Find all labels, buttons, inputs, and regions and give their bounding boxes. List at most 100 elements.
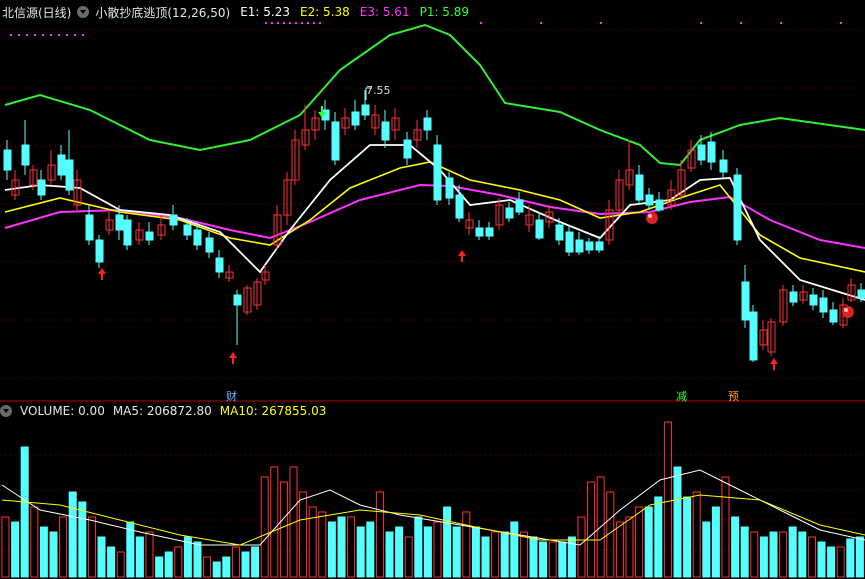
signal-ball-icon xyxy=(842,306,854,318)
volume-bar xyxy=(539,541,548,578)
candle-body xyxy=(205,237,214,253)
volume-bar xyxy=(510,521,519,578)
volume-bar xyxy=(462,511,471,578)
volume-bar xyxy=(529,536,538,578)
top-dot-marker xyxy=(271,22,273,24)
candle-body xyxy=(361,104,370,116)
volume-bar xyxy=(145,531,154,578)
candle-body xyxy=(433,144,442,201)
volume-bar xyxy=(327,521,336,578)
volume-bar xyxy=(193,541,202,578)
volume-bar xyxy=(59,516,68,578)
volume-bar xyxy=(807,536,816,578)
candle-body xyxy=(535,219,544,239)
volume-bar xyxy=(481,536,490,578)
volume-bar xyxy=(683,496,692,578)
top-dot-marker xyxy=(313,22,315,24)
volume-bar xyxy=(577,516,586,578)
marker-yu: 预 xyxy=(728,390,739,403)
volume-bar xyxy=(212,561,221,578)
candle-body xyxy=(3,149,12,171)
candle-body xyxy=(233,294,242,306)
volume-bar xyxy=(673,466,682,578)
candle-body xyxy=(505,207,514,219)
candle-body xyxy=(145,231,154,241)
top-dot-marker xyxy=(34,34,36,36)
volume-bar xyxy=(779,531,788,578)
candle-body xyxy=(595,241,604,251)
volume-bar xyxy=(615,521,624,578)
candle-body xyxy=(635,174,644,201)
candle-body xyxy=(789,291,798,303)
candle-body xyxy=(37,179,46,196)
top-dot-marker xyxy=(700,22,702,24)
candle-body xyxy=(819,297,828,313)
volume-bar xyxy=(116,551,125,578)
candle-body xyxy=(123,219,132,246)
volume-bar xyxy=(471,526,480,578)
top-dot-marker xyxy=(480,22,482,24)
volume-bar xyxy=(299,491,308,578)
volume-bar xyxy=(11,521,20,578)
volume-ma10: MA10: 267855.03 xyxy=(219,404,327,418)
volume-bar xyxy=(692,491,701,578)
p1-line xyxy=(4,23,865,167)
volume-bar xyxy=(241,551,250,578)
volume-bar xyxy=(731,516,740,578)
top-dot-marker xyxy=(289,22,291,24)
candle-body xyxy=(57,154,66,176)
volume-bar xyxy=(404,536,413,578)
signal-ball-highlight xyxy=(648,214,652,218)
candle-body xyxy=(749,311,758,361)
volume-bar xyxy=(836,546,845,578)
volume-bar xyxy=(443,506,452,578)
volume-bar xyxy=(20,446,29,578)
top-dot-marker xyxy=(74,34,76,36)
volume-bar xyxy=(203,556,212,578)
volume-bar xyxy=(356,526,365,578)
top-dot-marker xyxy=(10,34,12,36)
volume-bar xyxy=(548,541,557,578)
candle-body xyxy=(403,139,412,159)
volume-bar xyxy=(78,501,87,578)
candle-body xyxy=(115,214,124,231)
buy-arrow-icon xyxy=(229,352,237,364)
volume-bar xyxy=(452,526,461,578)
volume-bar xyxy=(222,556,231,578)
top-dot-marker xyxy=(295,22,297,24)
candle-body xyxy=(809,294,818,306)
volume-bar xyxy=(318,511,327,578)
volume-bar xyxy=(855,536,864,578)
candle-body xyxy=(555,224,564,241)
candle-body xyxy=(585,241,594,251)
top-dot-marker xyxy=(283,22,285,24)
volume-bar xyxy=(155,556,164,578)
volume-bar xyxy=(846,538,855,578)
volume-ma5: MA5: 206872.80 xyxy=(112,404,212,418)
marker-jian: 减 xyxy=(676,390,687,403)
volume-bar xyxy=(414,516,423,578)
candle-body xyxy=(445,177,454,199)
volume-bar xyxy=(135,536,144,578)
candle-body xyxy=(215,257,224,273)
volume-bar xyxy=(625,516,634,578)
buy-arrow-icon xyxy=(98,268,106,280)
candle-body xyxy=(85,214,94,241)
buy-arrow-icon xyxy=(458,250,466,262)
kline-chart[interactable] xyxy=(0,0,865,579)
candle-body xyxy=(65,159,74,191)
volume-bar xyxy=(164,551,173,578)
volume-dropdown-icon[interactable] xyxy=(0,405,12,417)
volume-bar xyxy=(635,506,644,578)
volume-bar xyxy=(817,541,826,578)
candle-body xyxy=(733,174,742,241)
volume-bar xyxy=(49,531,58,578)
candle-body xyxy=(515,199,524,213)
volume-bar xyxy=(798,531,807,578)
volume-bar xyxy=(500,531,509,578)
volume-bar xyxy=(558,541,567,578)
volume-bar xyxy=(827,546,836,578)
top-dot-marker xyxy=(265,22,267,24)
volume-bar xyxy=(39,526,48,578)
volume-bar xyxy=(107,546,116,578)
